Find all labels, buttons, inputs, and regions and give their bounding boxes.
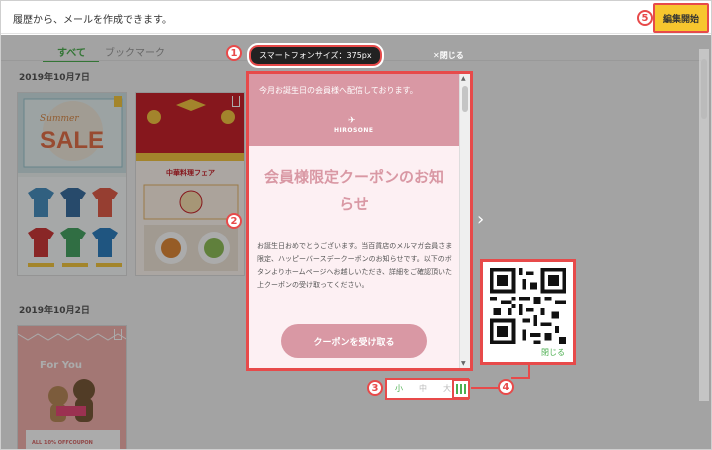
preview-body: 会員様限定クーポンのお知らせ お誕生日おめでとうございます。当百貨店のメルマガ会… bbox=[249, 146, 459, 368]
close-preview-button[interactable]: ✕閉じる bbox=[433, 50, 464, 61]
screen-size-chip: スマートフォンサイズ：375px bbox=[247, 43, 384, 68]
brand-logo-text: HIROSONE bbox=[334, 127, 374, 134]
qr-code-icon bbox=[456, 384, 466, 394]
preview-header: 今月お誕生日の会員様へ配信しております。 ✈ HIROSONE bbox=[249, 74, 459, 146]
preview-scrollbar-thumb[interactable] bbox=[462, 86, 468, 112]
page-scrollbar-thumb[interactable] bbox=[701, 59, 707, 119]
size-medium-button[interactable]: 中 bbox=[419, 383, 427, 394]
app-window: 履歴から、メールを作成できます。 編集開始 5 すべて ブックマーク 2019年… bbox=[0, 0, 712, 450]
header-bar: 履歴から、メールを作成できます。 編集開始 bbox=[1, 1, 711, 34]
callout-2: 2 bbox=[226, 213, 242, 229]
smartphone-preview: 今月お誕生日の会員様へ配信しております。 ✈ HIROSONE 会員様限定クーポ… bbox=[246, 71, 473, 371]
next-arrow-icon[interactable]: › bbox=[477, 209, 484, 230]
connector-line bbox=[528, 365, 530, 379]
size-large-button[interactable]: 大 bbox=[443, 383, 451, 394]
preview-preheader: 今月お誕生日の会員様へ配信しております。 bbox=[259, 86, 418, 95]
edit-start-button[interactable]: 編集開始 bbox=[653, 3, 709, 33]
coupon-button[interactable]: クーポンを受け取る bbox=[281, 324, 427, 358]
callout-3: 3 bbox=[367, 380, 383, 396]
preview-text: お誕生日おめでとうございます。当百貨店のメルマガ会員さま限定、ハッピーバースデー… bbox=[257, 242, 453, 289]
callout-5: 5 bbox=[637, 10, 653, 26]
scroll-up-icon[interactable]: ▲ bbox=[461, 75, 466, 82]
page-scrollbar[interactable] bbox=[699, 49, 709, 401]
bird-icon: ✈ bbox=[348, 116, 356, 126]
qr-code-image bbox=[490, 268, 566, 344]
qr-close-button[interactable]: 閉じる bbox=[541, 347, 565, 358]
brand-logo: ✈ HIROSONE bbox=[334, 116, 374, 136]
preview-title: 会員様限定クーポンのお知らせ bbox=[263, 168, 444, 213]
size-small-button[interactable]: 小 bbox=[395, 383, 403, 394]
scroll-down-icon[interactable]: ▼ bbox=[461, 360, 466, 367]
header-message: 履歴から、メールを作成できます。 bbox=[13, 15, 172, 26]
qr-toggle-button[interactable] bbox=[452, 379, 470, 399]
connector-line bbox=[471, 387, 501, 389]
callout-1: 1 bbox=[226, 45, 242, 61]
callout-4: 4 bbox=[498, 379, 514, 395]
qr-popup: 閉じる bbox=[480, 259, 576, 365]
preview-scrollbar[interactable]: ▲ ▼ bbox=[459, 74, 470, 368]
